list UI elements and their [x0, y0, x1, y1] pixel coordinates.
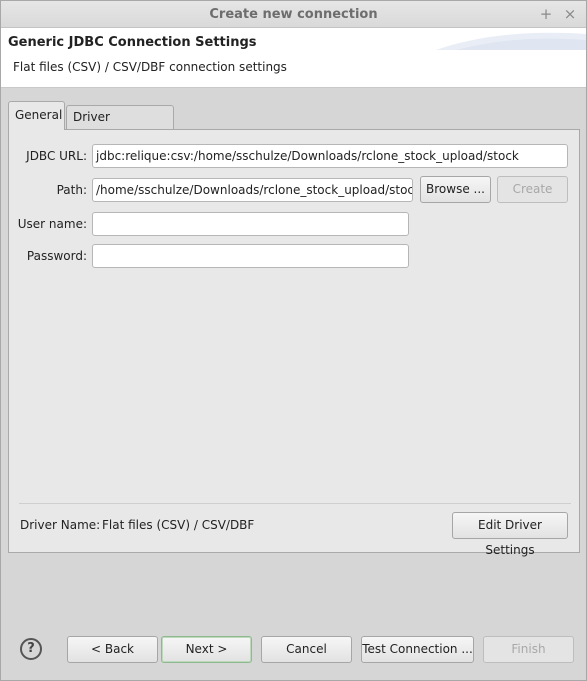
next-button[interactable]: Next > [161, 636, 252, 663]
finish-button[interactable]: Finish [483, 636, 574, 663]
jdbc-url-input[interactable]: jdbc:relique:csv:/home/sschulze/Download… [92, 144, 568, 168]
username-input[interactable] [92, 212, 409, 236]
create-button[interactable]: Create [497, 176, 568, 203]
driver-name-label: Driver Name: [20, 518, 101, 532]
test-connection-button[interactable]: Test Connection ... [361, 636, 474, 663]
edit-driver-settings-button[interactable]: Edit Driver Settings [452, 512, 568, 557]
jdbc-url-label: JDBC URL: [26, 149, 87, 163]
page-title: Generic JDBC Connection Settings [8, 35, 257, 50]
username-label: User name: [17, 217, 87, 231]
help-icon[interactable]: ? [20, 638, 42, 660]
tab-driver-properties[interactable]: Driver properties [66, 105, 174, 146]
path-input-value: /home/sschulze/Downloads/rclone_stock_up… [96, 183, 413, 197]
panel-divider [19, 503, 571, 504]
back-button[interactable]: < Back [67, 636, 158, 663]
title-bar: Create new connection + × [1, 1, 586, 28]
page-description: Flat files (CSV) / CSV/DBF connection se… [13, 60, 287, 74]
maximize-icon[interactable]: + [537, 5, 555, 23]
header-swoosh-decoration [436, 32, 586, 50]
path-label: Path: [56, 183, 87, 197]
browse-button[interactable]: Browse ... [420, 176, 491, 203]
driver-name-value: Flat files (CSV) / CSV/DBF [102, 518, 255, 532]
password-label: Password: [26, 249, 87, 263]
general-tab-panel: JDBC URL: jdbc:relique:csv:/home/sschulz… [8, 129, 580, 557]
dialog-window: Create new connection + × Generic JDBC C… [0, 0, 587, 681]
password-input[interactable] [92, 244, 409, 268]
close-icon[interactable]: × [561, 5, 579, 23]
tab-general[interactable]: General [8, 101, 65, 130]
path-input[interactable]: /home/sschulze/Downloads/rclone_stock_up… [92, 178, 413, 202]
cancel-button[interactable]: Cancel [261, 636, 352, 663]
wizard-header: Generic JDBC Connection Settings Flat fi… [1, 28, 586, 88]
window-title: Create new connection [209, 7, 378, 22]
